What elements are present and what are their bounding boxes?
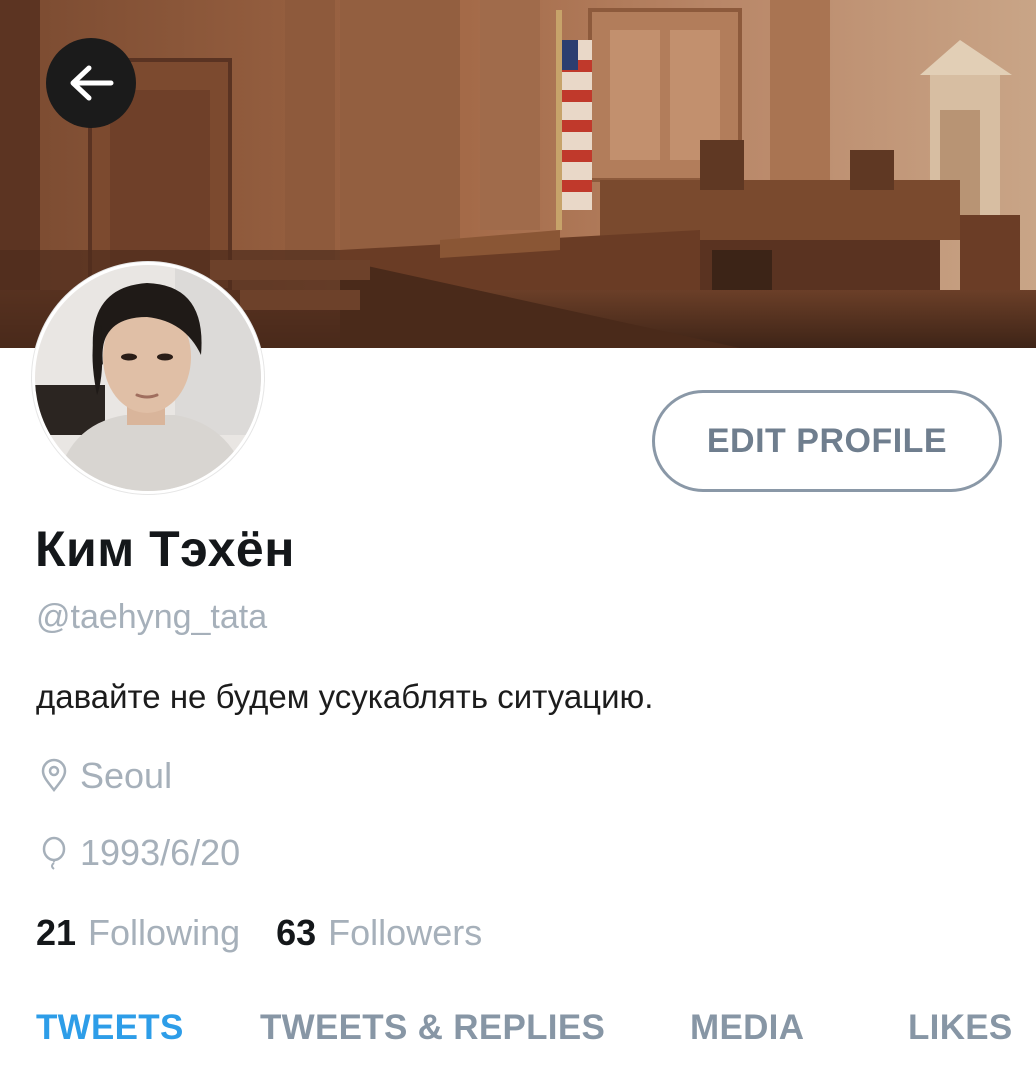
back-button[interactable] [46,38,136,128]
balloon-icon [36,835,72,871]
following-link[interactable]: 21 Following [36,912,240,954]
avatar-photo [35,265,261,491]
follow-stats: 21 Following 63 Followers [36,912,482,954]
following-label: Following [88,912,241,953]
followers-link[interactable]: 63 Followers [276,912,482,954]
location-pin-icon [36,758,72,794]
tab-tweets[interactable]: TWEETS [36,1008,184,1048]
display-name: Ким Тэхён [35,521,295,577]
following-count: 21 [36,912,77,953]
tab-likes[interactable]: LIKES [908,1008,1013,1048]
profile-location: Seoul [36,755,172,797]
birthday-text: 1993/6/20 [80,832,241,873]
location-text: Seoul [80,755,173,796]
profile-tabs: TWEETS TWEETS & REPLIES MEDIA LIKES [0,1000,1036,1080]
arrow-left-icon [70,65,114,101]
followers-label: Followers [328,912,483,953]
tab-media[interactable]: MEDIA [690,1008,804,1048]
profile-birthday: 1993/6/20 [36,832,240,874]
followers-count: 63 [276,912,317,953]
profile-bio: давайте не будем усукаблять ситуацию. [36,678,654,715]
user-handle: @taehyng_tata [36,598,268,636]
tab-tweets-and-replies[interactable]: TWEETS & REPLIES [260,1008,605,1048]
edit-profile-button[interactable]: EDIT PROFILE [652,390,1002,492]
avatar[interactable] [32,262,264,494]
